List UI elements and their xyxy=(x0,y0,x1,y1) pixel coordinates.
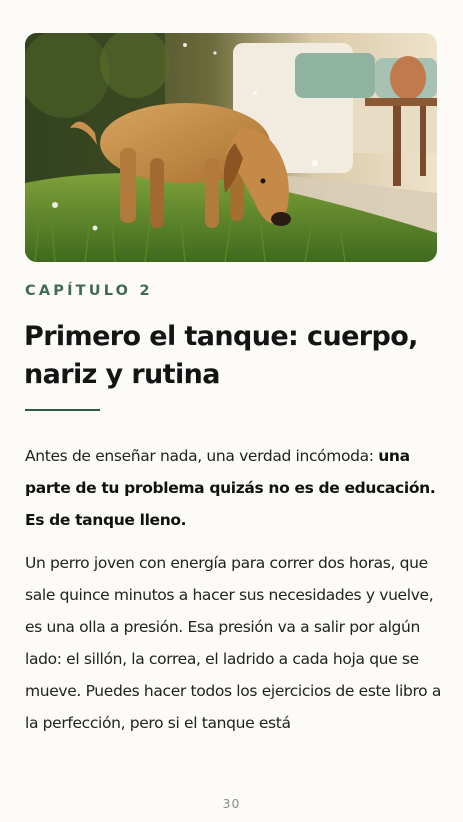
paragraph-1: Antes de enseñar nada, una verdad incómo… xyxy=(25,440,445,536)
page-number: 30 xyxy=(222,796,241,811)
title-divider xyxy=(25,409,100,411)
chapter-hero-image xyxy=(25,33,437,262)
chapter-label: CAPÍTULO 2 xyxy=(25,283,153,299)
paragraph-2: Un perro joven con energía para correr d… xyxy=(25,554,441,732)
chapter-title: Primero el tanque: cuerpo, nariz y rutin… xyxy=(24,321,418,390)
paragraph-1-intro: Antes de enseñar nada, una verdad incómo… xyxy=(25,447,379,465)
chapter-body: Antes de enseñar nada, una verdad incómo… xyxy=(25,440,445,750)
